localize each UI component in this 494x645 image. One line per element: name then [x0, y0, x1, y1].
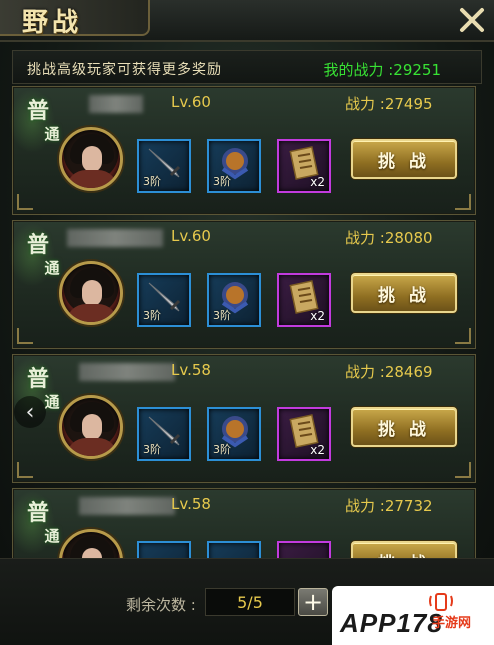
- close-icon: [460, 8, 484, 32]
- remaining-count: 5/5: [205, 588, 295, 616]
- avatar[interactable]: [59, 127, 123, 191]
- challenge-button[interactable]: 挑 战: [351, 407, 457, 447]
- watermark-brand: APP178: [340, 608, 443, 638]
- opponent-power: 战力 :27495: [345, 95, 433, 113]
- normal-badge: 普 通: [21, 227, 60, 291]
- avatar-face: [82, 414, 102, 440]
- title-plate: 野战: [0, 0, 150, 38]
- opponent-name-blurred: [67, 229, 163, 247]
- slot-tier: 3阶: [213, 443, 231, 456]
- badge-char: 普: [26, 232, 49, 258]
- opponent-card: 普 通 Lv.60 战力 :28080 3阶 3阶 x2 挑 战: [9, 220, 476, 349]
- normal-badge: 普 通: [21, 495, 60, 559]
- avatar-body: [66, 304, 118, 322]
- slot-tier: 3阶: [143, 175, 161, 188]
- armor-slot[interactable]: 3阶: [207, 139, 261, 193]
- weapon-slot[interactable]: 3阶: [137, 273, 191, 327]
- avatar[interactable]: [59, 261, 123, 325]
- remaining-label: 剩余次数 :: [126, 596, 196, 614]
- watermark-logo: APP178 手游网: [332, 586, 494, 645]
- opponent-power: 战力 :27732: [345, 497, 433, 515]
- scroll-slot[interactable]: x2: [277, 273, 331, 327]
- opponent-name-blurred: [79, 363, 175, 381]
- my-power: 我的战力 :29251: [323, 61, 441, 79]
- slot-tier: 3阶: [213, 309, 231, 322]
- opponent-level: Lv.58: [171, 495, 211, 513]
- slot-quantity: x2: [310, 309, 325, 323]
- avatar-face: [82, 280, 102, 306]
- badge-char: 普: [26, 98, 49, 124]
- scroll-slot[interactable]: x2: [277, 407, 331, 461]
- weapon-slot[interactable]: 3阶: [137, 407, 191, 461]
- opponent-level: Lv.60: [171, 227, 211, 245]
- previous-arrow[interactable]: ‹: [14, 396, 46, 428]
- close-button[interactable]: [456, 4, 488, 36]
- opponent-level: Lv.60: [171, 93, 211, 111]
- slot-tier: 3阶: [143, 309, 161, 322]
- info-header: 挑战高级玩家可获得更多奖励 我的战力 :29251: [12, 50, 482, 84]
- armor-slot[interactable]: 3阶: [207, 273, 261, 327]
- avatar-face: [82, 146, 102, 172]
- slot-tier: 3阶: [213, 175, 231, 188]
- avatar-body: [66, 438, 118, 456]
- challenge-button[interactable]: 挑 战: [351, 139, 457, 179]
- slot-quantity: x2: [310, 175, 325, 189]
- plus-icon: +: [302, 588, 324, 616]
- page-title: 野战: [22, 8, 83, 38]
- badge-char: 普: [26, 366, 49, 392]
- opponent-name-blurred: [79, 497, 175, 515]
- opponent-power: 战力 :28080: [345, 229, 433, 247]
- opponent-card: 普 通 Lv.60 战力 :27495 3阶 3阶 x2 挑 战: [9, 86, 476, 215]
- opponent-level: Lv.58: [171, 361, 211, 379]
- badge-char: 普: [26, 500, 49, 526]
- opponent-card: 普 通 Lv.58 战力 :28469 3阶 3阶 x2 挑 战: [9, 354, 476, 483]
- chevron-left-icon: ‹: [25, 399, 35, 425]
- weapon-slot[interactable]: 3阶: [137, 139, 191, 193]
- pvp-panel: 野战 挑战高级玩家可获得更多奖励 我的战力 :29251 普 通 Lv.60 战…: [0, 0, 494, 645]
- title-bar: 野战: [0, 0, 494, 42]
- avatar[interactable]: [59, 395, 123, 459]
- reward-tip: 挑战高级玩家可获得更多奖励: [27, 62, 222, 78]
- opponent-name-blurred: [89, 95, 143, 113]
- armor-slot[interactable]: 3阶: [207, 407, 261, 461]
- slot-tier: 3阶: [143, 443, 161, 456]
- add-attempts-button[interactable]: +: [298, 588, 328, 616]
- scroll-slot[interactable]: x2: [277, 139, 331, 193]
- challenge-button[interactable]: 挑 战: [351, 273, 457, 313]
- opponent-power: 战力 :28469: [345, 363, 433, 381]
- normal-badge: 普 通: [21, 93, 60, 157]
- slot-quantity: x2: [310, 443, 325, 457]
- avatar-body: [66, 170, 118, 188]
- watermark-sub: 手游网: [432, 616, 472, 631]
